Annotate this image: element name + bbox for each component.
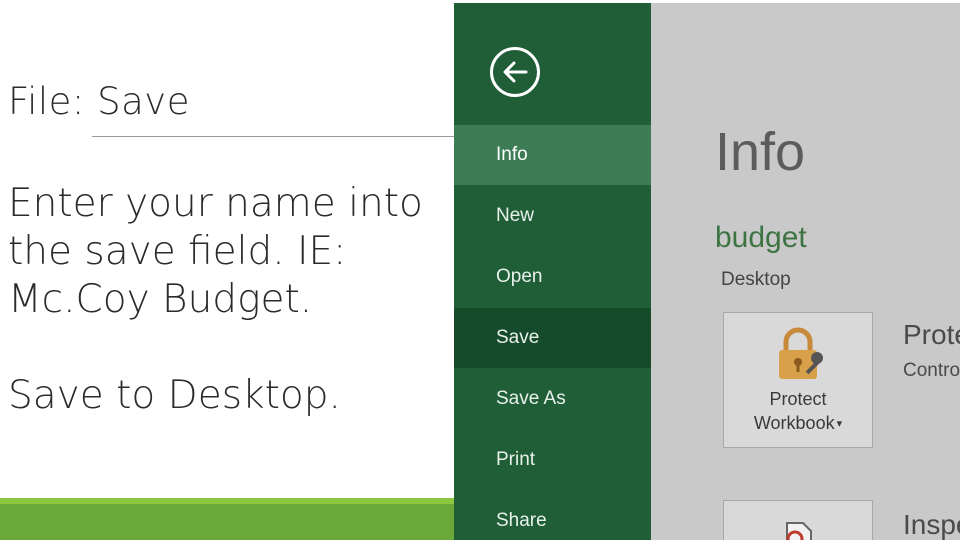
- nav-item-info[interactable]: Info: [454, 125, 651, 185]
- document-location: Desktop: [721, 269, 791, 290]
- protect-workbook-button[interactable]: Protect Workbook ▾: [723, 312, 873, 448]
- nav-item-save-as[interactable]: Save As: [454, 369, 651, 429]
- lock-icon: [779, 327, 823, 379]
- back-button[interactable]: [490, 47, 540, 97]
- inspect-document-icon: [786, 522, 812, 540]
- check-for-issues-button[interactable]: [723, 500, 873, 540]
- back-arrow-icon: [503, 61, 528, 83]
- slide-title: File: Save: [8, 80, 190, 123]
- protect-tile-label-2: Workbook: [753, 413, 835, 433]
- info-panel: Info budget Desktop Protect Workbook ▾ Pr…: [651, 3, 960, 540]
- nav-item-print[interactable]: Print: [454, 430, 651, 490]
- title-divider: [92, 136, 454, 137]
- nav-item-share[interactable]: Share: [454, 491, 651, 540]
- excel-backstage-screenshot: Info New Open Save Save As Print Share I…: [454, 3, 960, 540]
- dropdown-caret-icon: ▾: [836, 418, 843, 431]
- nav-item-new[interactable]: New: [454, 186, 651, 246]
- slide-body: Enter your name into the save field. IE:…: [8, 180, 448, 420]
- protect-heading: Prote: [903, 319, 960, 350]
- protect-description: Contro: [903, 360, 960, 381]
- nav-item-open[interactable]: Open: [454, 247, 651, 307]
- protect-tile-label-1: Protect: [769, 389, 827, 409]
- inspect-heading: Inspe: [903, 509, 960, 540]
- footer-accent-bar: [0, 498, 456, 540]
- instruction-text: Enter your name into the save field. IE:…: [8, 181, 423, 322]
- instruction-text-2: Save to Desktop.: [8, 373, 341, 418]
- document-name: budget: [715, 221, 807, 254]
- info-heading: Info: [715, 122, 806, 182]
- nav-item-save[interactable]: Save: [454, 308, 651, 368]
- backstage-nav: Info New Open Save Save As Print Share: [454, 3, 651, 540]
